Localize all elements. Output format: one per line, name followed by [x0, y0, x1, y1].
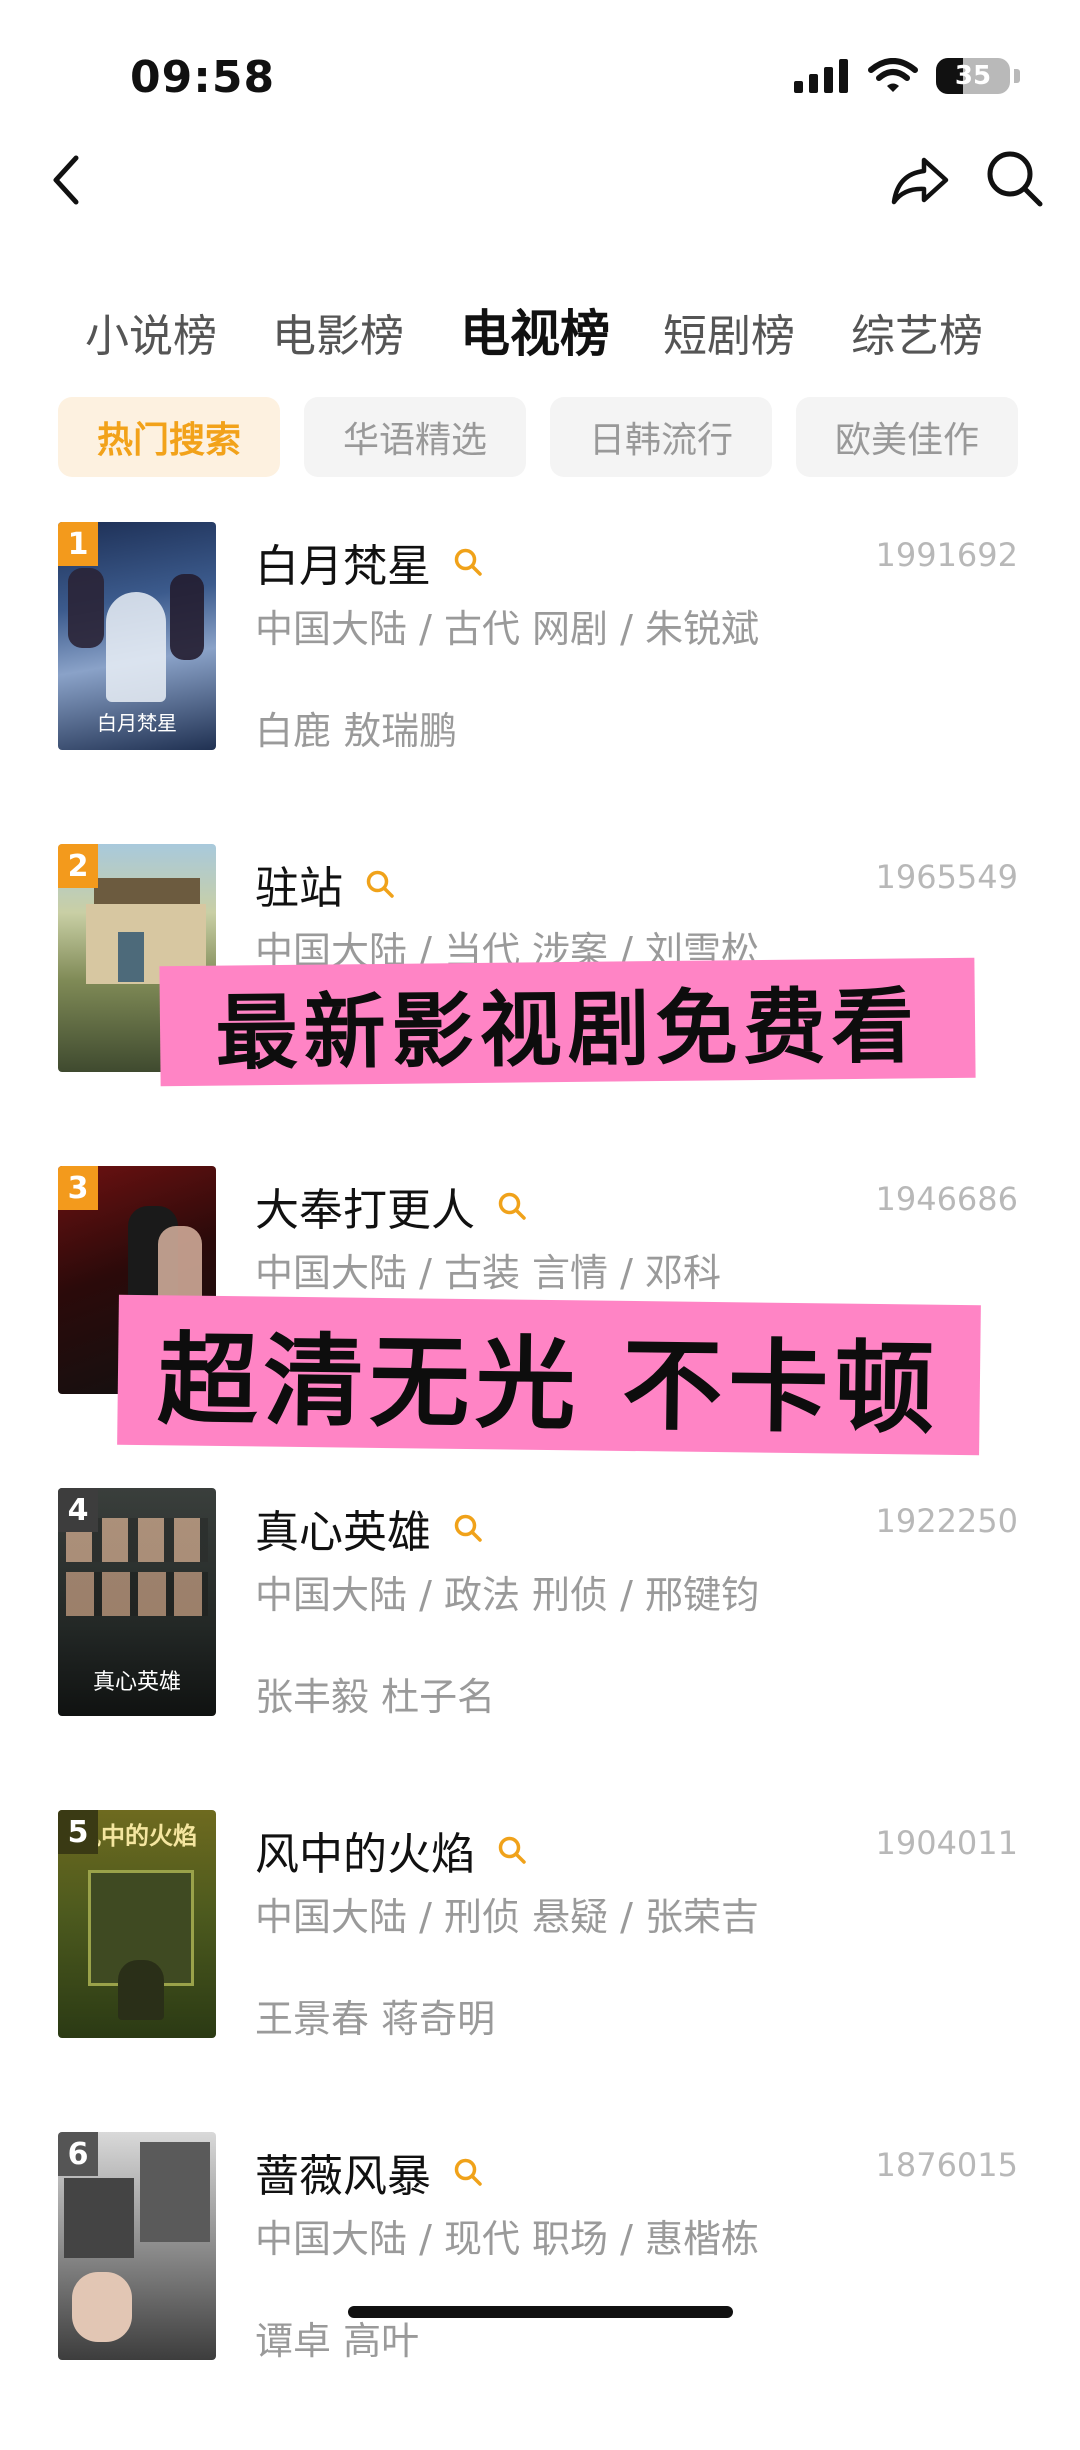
rank-badge: 1 — [58, 522, 98, 566]
promo-banner: 最新影视剧免费看 — [159, 957, 976, 1087]
search-count: 1946686 — [875, 1180, 1018, 1218]
subtab-japan-korea[interactable]: 日韩流行 — [550, 397, 772, 477]
item-title[interactable]: 蔷薇风暴 — [255, 2140, 431, 2204]
battery-icon: 35 — [936, 58, 1010, 94]
subtab-hot-search[interactable]: 热门搜索 — [58, 397, 280, 477]
tab-movie-label[interactable]: 电影榜 — [272, 300, 404, 364]
rank-badge: 5 — [58, 1810, 98, 1854]
promo-banner: 超清无光 不卡顿 — [117, 1294, 981, 1456]
search-icon[interactable] — [453, 2157, 483, 2187]
subtab-chinese[interactable]: 华语精选 — [304, 397, 526, 477]
item-meta: 中国大陆 / 刑侦 悬疑 / 张荣吉 — [255, 1895, 760, 1939]
search-icon[interactable] — [453, 547, 483, 577]
item-title[interactable]: 驻站 — [255, 852, 343, 916]
search-count: 1922250 — [875, 1502, 1018, 1540]
poster-image[interactable]: 6 — [58, 2132, 216, 2360]
search-icon[interactable] — [497, 1835, 527, 1865]
item-meta: 中国大陆 / 现代 职场 / 惠楷栋 — [255, 2217, 760, 2261]
status-icons: 35 — [794, 58, 1020, 94]
item-title[interactable]: 真心英雄 — [255, 1496, 431, 1560]
item-cast: 王景春 蒋奇明 — [255, 1997, 496, 2041]
list-item[interactable]: 白月梵星 1 白月梵星 1991692 中国大陆 / 古代 网剧 / 朱锐斌 白… — [0, 520, 1080, 840]
item-meta: 中国大陆 / 古装 言情 / 邓科 — [255, 1251, 722, 1295]
wifi-icon — [868, 58, 918, 92]
item-cast: 白鹿 敖瑞鹏 — [255, 709, 458, 753]
subtab-western[interactable]: 欧美佳作 — [796, 397, 1018, 477]
tab-novel-label[interactable]: 小说榜 — [85, 300, 217, 364]
home-indicator[interactable] — [348, 2306, 733, 2318]
rank-badge: 4 — [58, 1488, 98, 1532]
search-icon[interactable] — [497, 1191, 527, 1221]
search-count: 1904011 — [875, 1824, 1018, 1862]
tab-tv[interactable]: 电视榜 — [460, 294, 610, 366]
battery-level: 35 — [954, 61, 992, 91]
search-count: 1876015 — [875, 2146, 1018, 2184]
rank-badge: 6 — [58, 2132, 98, 2176]
rank-badge: 3 — [58, 1166, 98, 1210]
search-icon[interactable] — [453, 1513, 483, 1543]
search-icon[interactable] — [365, 869, 395, 899]
rank-badge: 2 — [58, 844, 98, 888]
tab-short-drama[interactable]: 短剧榜 — [663, 300, 795, 364]
list-item[interactable]: 6 蔷薇风暴 1876015 中国大陆 / 现代 职场 / 惠楷栋 谭卓 高叶 — [0, 2130, 1080, 2450]
tab-variety[interactable]: 综艺榜 — [851, 300, 983, 364]
item-title[interactable]: 风中的火焰 — [255, 1818, 475, 1882]
item-meta: 中国大陆 / 政法 刑侦 / 邢键钧 — [255, 1573, 760, 1617]
signal-icon — [794, 59, 848, 93]
battery-tip — [1014, 69, 1020, 83]
item-cast: 张丰毅 杜子名 — [255, 1675, 496, 1719]
share-icon[interactable] — [888, 150, 952, 210]
search-count: 1991692 — [875, 536, 1018, 574]
item-meta: 中国大陆 / 古代 网剧 / 朱锐斌 — [255, 607, 760, 651]
item-title[interactable]: 大奉打更人 — [255, 1174, 475, 1238]
list-item[interactable]: 真心英雄 4 真心英雄 1922250 中国大陆 / 政法 刑侦 / 邢键钧 张… — [0, 1486, 1080, 1806]
item-title[interactable]: 白月梵星 — [255, 530, 431, 594]
chevron-left-icon[interactable] — [44, 150, 88, 210]
item-cast: 谭卓 高叶 — [255, 2319, 420, 2363]
poster-title: 真心英雄 — [92, 1670, 181, 1695]
status-time: 09:58 — [130, 52, 276, 103]
list-item[interactable]: 风中的火焰 5 风中的火焰 1904011 中国大陆 / 刑侦 悬疑 / 张荣吉… — [0, 1808, 1080, 2128]
search-icon[interactable] — [984, 148, 1046, 210]
poster-title: 白月梵星 — [97, 711, 177, 735]
sub-tabs: 热门搜索 华语精选 日韩流行 欧美佳作 — [58, 397, 1018, 477]
poster-image[interactable]: 真心英雄 4 — [58, 1488, 216, 1716]
poster-image[interactable]: 白月梵星 1 — [58, 522, 216, 750]
search-count: 1965549 — [875, 858, 1018, 896]
poster-image[interactable]: 风中的火焰 5 — [58, 1810, 216, 2038]
